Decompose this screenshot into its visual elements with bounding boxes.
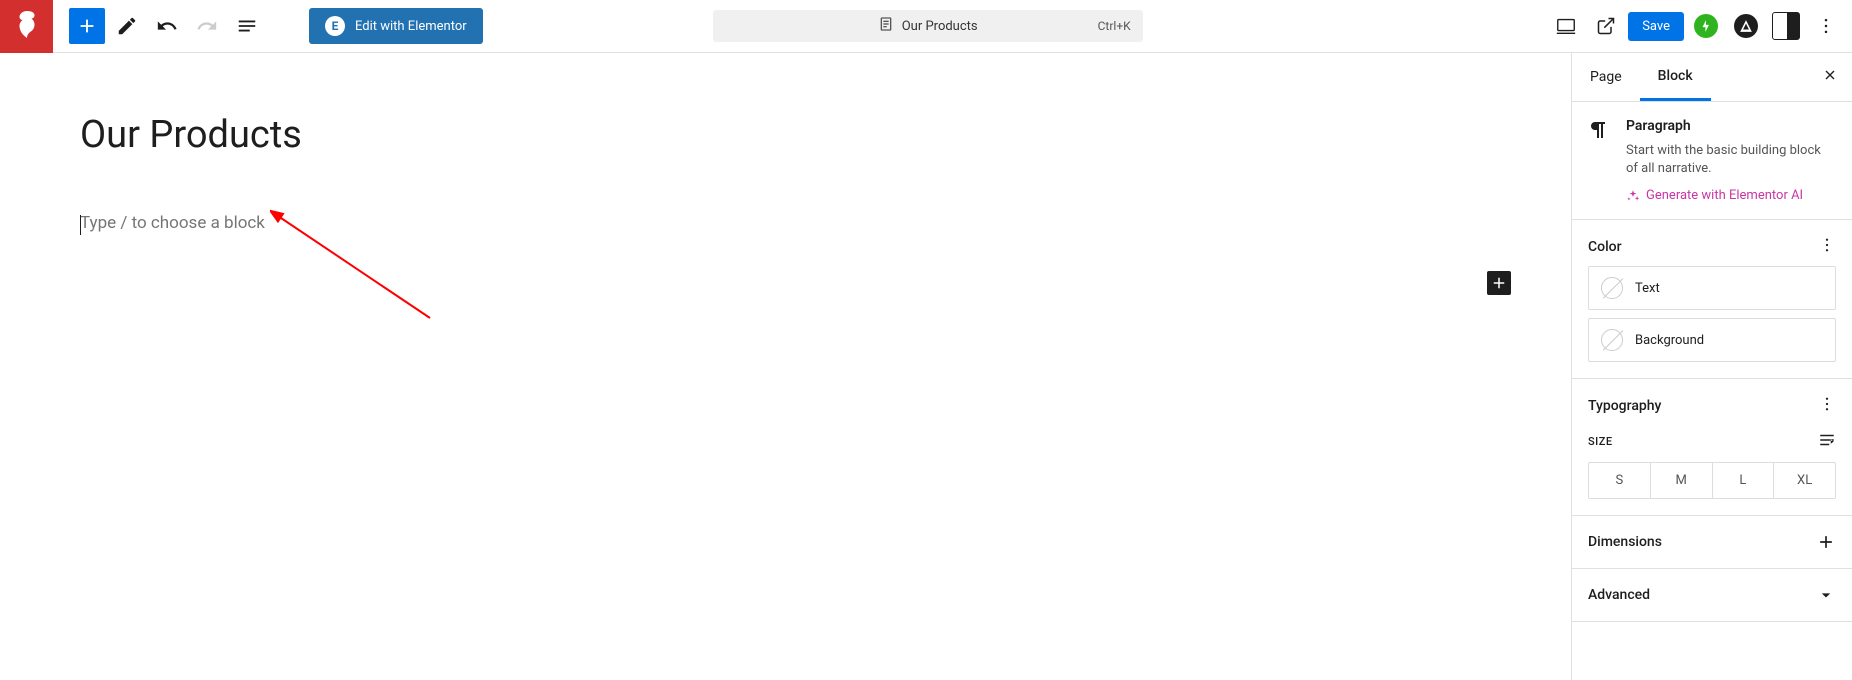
block-type-desc: Start with the basic building block of a…: [1626, 142, 1836, 178]
outline-icon[interactable]: [229, 8, 265, 44]
save-button[interactable]: Save: [1628, 12, 1684, 41]
close-sidebar-icon[interactable]: [1808, 53, 1852, 101]
size-xl[interactable]: XL: [1774, 463, 1835, 498]
typography-heading: Typography: [1588, 398, 1661, 414]
options-icon[interactable]: [1808, 8, 1844, 44]
elementor-label: Edit with Elementor: [355, 19, 467, 34]
settings-panel-toggle[interactable]: [1768, 8, 1804, 44]
generate-ai-link[interactable]: Generate with Elementor AI: [1626, 188, 1836, 203]
dimensions-section[interactable]: Dimensions: [1572, 516, 1852, 569]
tab-page[interactable]: Page: [1572, 55, 1640, 99]
size-l[interactable]: L: [1713, 463, 1775, 498]
external-link-icon[interactable]: [1588, 8, 1624, 44]
block-type-name: Paragraph: [1626, 118, 1836, 134]
page-title[interactable]: Our Products: [80, 113, 1491, 157]
font-size-options: S M L XL: [1588, 462, 1836, 499]
add-block-button[interactable]: [69, 8, 105, 44]
size-s[interactable]: S: [1589, 463, 1651, 498]
settings-sidebar: Page Block Paragraph Start with the basi…: [1571, 53, 1852, 680]
document-title-bar[interactable]: Our Products Ctrl+K: [713, 10, 1143, 42]
text-color-swatch: [1601, 277, 1623, 299]
plus-icon: [1816, 532, 1836, 552]
page-icon: [878, 16, 894, 36]
paragraph-icon: [1588, 118, 1612, 142]
chevron-down-icon: [1816, 585, 1836, 605]
size-settings-icon[interactable]: [1818, 431, 1836, 452]
edit-tool-icon[interactable]: [109, 8, 145, 44]
document-title: Our Products: [902, 19, 978, 34]
editor-canvas[interactable]: Our Products Type / to choose a block: [0, 53, 1571, 680]
background-color-button[interactable]: Background: [1588, 318, 1836, 362]
view-desktop-icon[interactable]: [1548, 8, 1584, 44]
color-heading: Color: [1588, 239, 1622, 255]
tab-block[interactable]: Block: [1640, 54, 1711, 101]
redo-icon: [189, 8, 225, 44]
elementor-icon: E: [325, 16, 345, 36]
jetpack-icon[interactable]: [1688, 8, 1724, 44]
undo-icon[interactable]: [149, 8, 185, 44]
insert-block-button[interactable]: [1487, 271, 1511, 295]
typography-options-icon[interactable]: [1818, 395, 1836, 417]
size-label: SIZE: [1588, 435, 1613, 448]
block-placeholder[interactable]: Type / to choose a block: [80, 213, 1491, 233]
edit-elementor-button[interactable]: E Edit with Elementor: [309, 8, 483, 44]
astra-icon[interactable]: [1728, 8, 1764, 44]
size-m[interactable]: M: [1651, 463, 1713, 498]
text-color-button[interactable]: Text: [1588, 266, 1836, 310]
advanced-section[interactable]: Advanced: [1572, 569, 1852, 622]
color-options-icon[interactable]: [1818, 236, 1836, 258]
background-color-swatch: [1601, 329, 1623, 351]
shortcut-hint: Ctrl+K: [1098, 19, 1131, 33]
site-logo[interactable]: [0, 0, 53, 53]
